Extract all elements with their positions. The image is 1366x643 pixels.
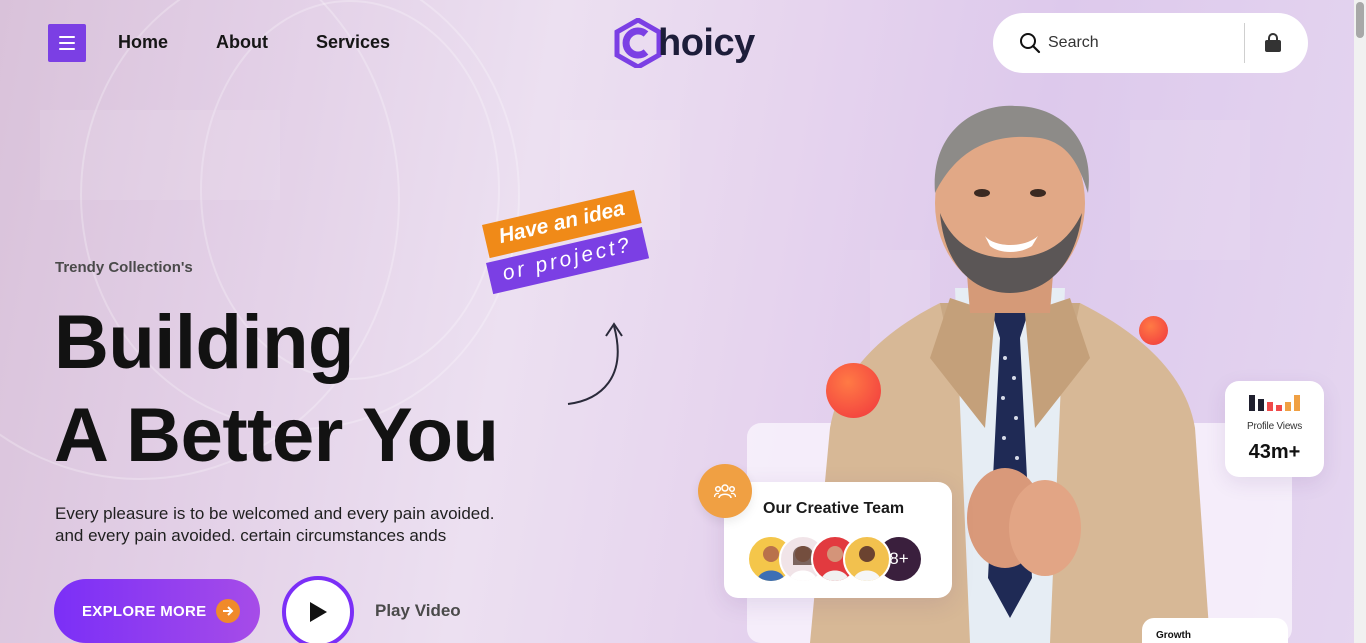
bar-chart-icon [1249, 395, 1300, 411]
team-title: Our Creative Team [763, 500, 905, 517]
explore-more-button[interactable]: EXPLORE MORE [54, 579, 260, 643]
arrow-right-icon [216, 599, 241, 623]
search-divider [1244, 23, 1245, 63]
profile-views-value: 43m+ [1248, 441, 1301, 463]
growth-label: Growth [1156, 630, 1191, 641]
avatar[interactable] [843, 535, 891, 583]
hero-description: Every pleasure is to be welcomed and eve… [55, 503, 545, 547]
team-avatars: 8+ [747, 535, 923, 583]
profile-views-card: Profile Views 43m+ [1225, 381, 1324, 477]
profile-views-label: Profile Views [1246, 421, 1303, 432]
search-icon[interactable] [1019, 32, 1041, 54]
play-video-label[interactable]: Play Video [375, 601, 461, 621]
explore-more-label: EXPLORE MORE [82, 602, 207, 620]
hero-desc-line-2: and every pain avoided. certain circumst… [55, 526, 447, 545]
creative-team-card: Our Creative Team 8+ [724, 482, 952, 598]
menu-button[interactable] [48, 24, 86, 62]
brand-logo[interactable]: hoicy [614, 18, 755, 68]
hero-title: Building A Better You [54, 296, 499, 482]
page-scrollbar[interactable] [1354, 0, 1366, 643]
idea-sticker: Have an idea or project? [482, 189, 662, 295]
hero-title-line-2: A Better You [54, 393, 499, 478]
curved-arrow-icon [567, 322, 623, 405]
logo-hexagon-icon [614, 18, 662, 68]
brand-name: hoicy [658, 21, 755, 64]
main-nav: Home About Services [118, 32, 390, 53]
hero-desc-line-1: Every pleasure is to be welcomed and eve… [55, 504, 495, 523]
play-video-button[interactable] [282, 576, 354, 643]
hero-kicker: Trendy Collection's [55, 259, 193, 276]
hero-title-line-1: Building [54, 300, 354, 385]
nav-link-services[interactable]: Services [316, 32, 390, 53]
decorative-dot-small [1139, 316, 1168, 345]
nav-link-about[interactable]: About [216, 32, 268, 53]
team-icon [698, 464, 752, 518]
play-icon [310, 602, 327, 622]
scrollbar-thumb[interactable] [1356, 2, 1364, 38]
hamburger-icon [59, 36, 75, 38]
decorative-dot-large [826, 363, 881, 418]
shopping-bag-icon[interactable] [1263, 33, 1283, 53]
search-input[interactable] [1048, 31, 1228, 55]
growth-card: Growth [1142, 618, 1288, 643]
search-bar [993, 13, 1308, 73]
nav-link-home[interactable]: Home [118, 32, 168, 53]
